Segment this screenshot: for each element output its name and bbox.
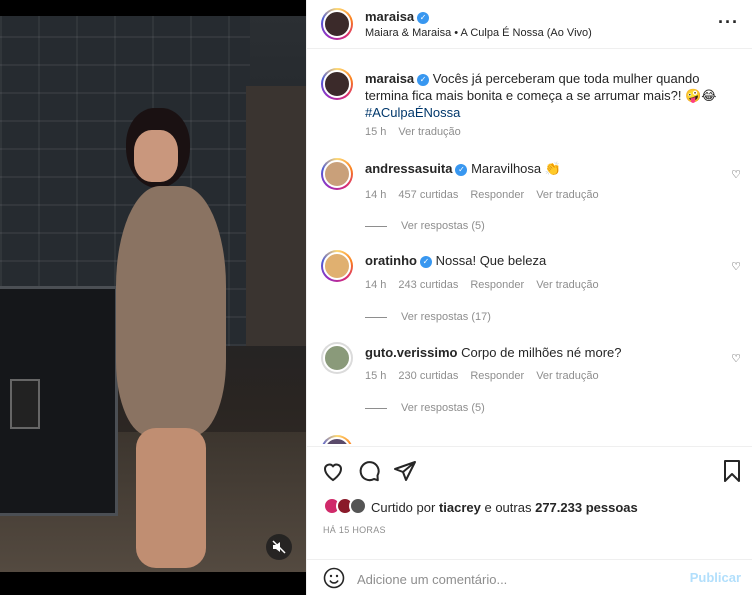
likes-text: Curtido por tiacrey e outras 277.233 pes…	[371, 500, 638, 515]
comment-meta: 15 h 230 curtidas Responder Ver tradução	[365, 370, 611, 382]
commenter-avatar[interactable]	[321, 158, 353, 190]
caption-author[interactable]: maraisa	[365, 71, 414, 86]
post-actions: Curtido por tiacrey e outras 277.233 pes…	[307, 446, 752, 595]
view-replies-label[interactable]: Ver respostas (5)	[401, 402, 485, 414]
likes-prefix: Curtido por	[371, 500, 436, 515]
comment-time[interactable]: 14 h	[365, 189, 386, 201]
post-time-ago[interactable]: HÁ 15 HORAS	[323, 525, 386, 535]
comment-username[interactable]: andressasuita	[365, 161, 452, 176]
comment-like-heart-icon[interactable]: ♡	[731, 352, 741, 365]
comment-username[interactable]: oratinho	[365, 253, 417, 268]
comment-likes[interactable]: 230 curtidas	[398, 370, 458, 382]
person-face	[134, 130, 178, 182]
emoji-icon[interactable]	[323, 567, 345, 595]
post-side-panel: maraisa ✓ Maiara & Maraisa • A Culpa É No…	[306, 0, 752, 595]
view-replies-label[interactable]: Ver respostas (5)	[401, 220, 485, 232]
bookmark-icon[interactable]	[721, 459, 743, 488]
view-replies-button[interactable]: Ver respostas (5)	[365, 402, 485, 414]
replies-divider	[365, 225, 387, 227]
view-replies-label[interactable]: Ver respostas (17)	[401, 311, 491, 323]
author-avatar[interactable]	[321, 8, 353, 40]
view-replies-button[interactable]: Ver respostas (5)	[365, 220, 485, 232]
person-figure	[86, 108, 236, 568]
audio-attribution[interactable]: Maiara & Maraisa • A Culpa É Nossa (Ao V…	[365, 27, 592, 39]
caption-translate[interactable]: Ver tradução	[398, 126, 460, 138]
comment-text: Nossa! Que beleza	[435, 253, 547, 268]
comment-like-heart-icon[interactable]: ♡	[731, 168, 741, 181]
paper-plane-icon[interactable]	[393, 459, 417, 488]
verified-badge-icon: ✓	[455, 163, 468, 176]
post-video[interactable]	[0, 0, 306, 595]
comment-input[interactable]	[357, 566, 667, 592]
comment-reply-button[interactable]: Responder	[470, 279, 524, 291]
caption-hashtag[interactable]: #ACulpaÉNossa	[365, 105, 460, 120]
liker-username[interactable]: tiacrey	[439, 500, 481, 515]
comment-text: Maravilhosa 👏	[471, 161, 561, 176]
person-dress	[116, 186, 226, 436]
likes-count[interactable]: 277.233	[535, 500, 582, 515]
muted-speaker-icon[interactable]	[266, 534, 292, 560]
commenter-avatar[interactable]	[321, 435, 353, 444]
comment-meta: 14 h 457 curtidas Responder Ver tradução	[365, 189, 611, 201]
liker-avatar	[349, 497, 367, 515]
more-icon[interactable]: ···	[718, 12, 739, 33]
comments-list: maraisa ✓ Vocês já perceberam que toda mu…	[307, 50, 752, 444]
comment-icon[interactable]	[357, 459, 381, 488]
comment-translate[interactable]: Ver tradução	[536, 279, 598, 291]
comment-likes[interactable]: 457 curtidas	[398, 189, 458, 201]
background-wall	[246, 86, 306, 346]
person-legs	[136, 428, 206, 568]
video-frame[interactable]	[0, 16, 306, 572]
verified-badge-icon: ✓	[417, 11, 430, 24]
comment-time[interactable]: 15 h	[365, 370, 386, 382]
caption-author-avatar[interactable]	[321, 68, 353, 100]
comment-text-block: guto.verissimo Corpo de milhões né more?	[365, 344, 725, 361]
comment-text-block: andressasuita ✓ Maravilhosa 👏	[365, 160, 725, 177]
likes-unit[interactable]: pessoas	[586, 500, 638, 515]
comment-time[interactable]: 14 h	[365, 279, 386, 291]
author-username-row[interactable]: maraisa ✓	[365, 9, 430, 24]
post-header: maraisa ✓ Maiara & Maraisa • A Culpa É No…	[307, 0, 752, 49]
comment-text-block: oratinho ✓ Nossa! Que beleza	[365, 252, 725, 269]
author-username[interactable]: maraisa	[365, 9, 414, 24]
replies-divider	[365, 316, 387, 318]
commenter-avatar[interactable]	[321, 342, 353, 374]
comment-translate[interactable]: Ver tradução	[536, 370, 598, 382]
verified-badge-icon: ✓	[420, 255, 432, 268]
caption-text-block: maraisa ✓ Vocês já perceberam que toda mu…	[365, 70, 725, 121]
comment-reply-button[interactable]: Responder	[470, 189, 524, 201]
heart-icon[interactable]	[321, 459, 345, 488]
likes-suffix: e outras	[484, 500, 532, 515]
comment-username[interactable]: guto.verissimo	[365, 345, 457, 360]
replies-divider	[365, 407, 387, 409]
comment-text: Corpo de milhões né more?	[461, 345, 622, 360]
caption-time[interactable]: 15 h	[365, 126, 386, 138]
view-replies-button[interactable]: Ver respostas (17)	[365, 311, 491, 323]
comment-meta: 14 h 243 curtidas Responder Ver tradução	[365, 279, 611, 291]
comment-like-heart-icon[interactable]: ♡	[731, 260, 741, 273]
commenter-avatar[interactable]	[321, 250, 353, 282]
add-comment-bar: Publicar	[307, 559, 752, 595]
comment-translate[interactable]: Ver tradução	[536, 189, 598, 201]
comment-likes[interactable]: 243 curtidas	[398, 279, 458, 291]
verified-badge-icon: ✓	[417, 73, 430, 86]
case-latch	[10, 379, 40, 429]
caption-meta: 15 h Ver tradução	[365, 126, 473, 138]
comment-reply-button[interactable]: Responder	[470, 370, 524, 382]
publish-button[interactable]: Publicar	[690, 570, 741, 585]
